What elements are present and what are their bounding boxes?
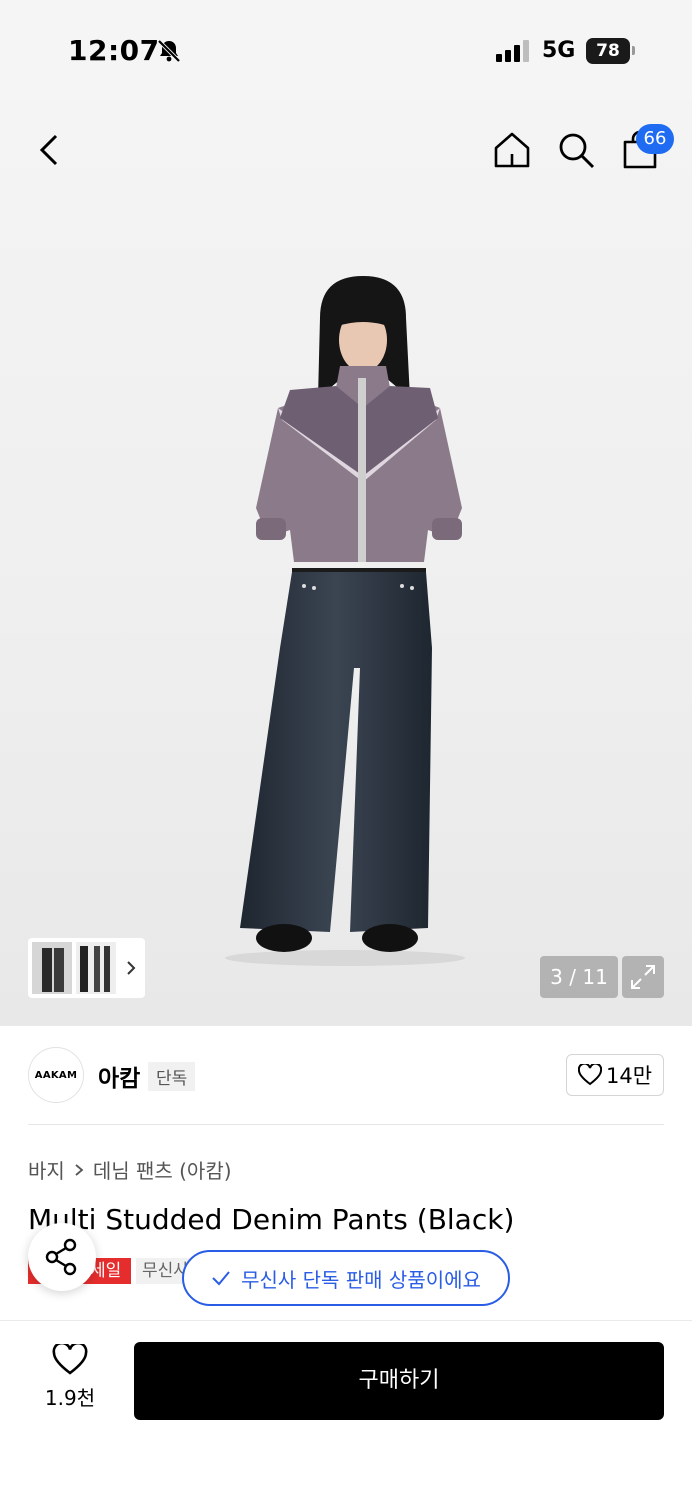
product-photo [225,276,465,966]
product-image-gallery[interactable]: 66 3 / 11 [0,100,692,1026]
product-title: Multi Studded Denim Pants (Black) [28,1203,515,1236]
brand-like-button[interactable]: 14만 [566,1054,664,1096]
status-time: 12:07 [68,34,160,67]
check-icon [212,1271,230,1286]
search-icon[interactable] [556,130,596,170]
heart-icon [577,1064,602,1086]
breadcrumb: 바지 데님 팬츠 (아캄) [28,1155,232,1184]
heart-icon [52,1341,88,1375]
battery-nub [632,46,635,55]
breadcrumb-category[interactable]: 바지 [28,1155,65,1184]
cellular-signal-icon [496,40,529,62]
wishlist-button[interactable]: 1.9천 [28,1341,112,1411]
cart-count-badge: 66 [636,124,674,154]
chevron-right-icon [75,1163,84,1176]
battery-icon: 78 [586,38,630,64]
image-counter: 3 / 11 [540,956,618,998]
divider [28,1124,664,1125]
wishlist-count: 1.9천 [44,1386,96,1410]
exclusive-toast: 무신사 단독 판매 상품이에요 [182,1250,510,1306]
thumbnail-preview [32,942,136,994]
back-icon[interactable] [30,130,70,170]
home-icon[interactable] [492,130,532,170]
brand-logo[interactable]: AAKAM [28,1047,84,1103]
expand-button[interactable] [622,956,664,998]
network-type: 5G [542,38,576,63]
breadcrumb-subcategory[interactable]: 데님 팬츠 (아캄) [93,1155,232,1184]
exclusive-tag: 단독 [148,1062,196,1091]
thumbnail-strip[interactable] [28,938,145,998]
brand-name[interactable]: 아캄 [98,1059,140,1093]
status-bar: 12:07 5G 78 [0,0,692,100]
share-icon [45,1238,77,1276]
expand-icon [631,965,655,989]
exclusive-toast-text: 무신사 단독 판매 상품이에요 [241,1267,481,1292]
share-button[interactable] [28,1223,96,1291]
buy-button[interactable]: 구매하기 [134,1342,664,1420]
brand-like-count: 14만 [605,1064,653,1088]
bell-muted-icon [157,39,181,63]
